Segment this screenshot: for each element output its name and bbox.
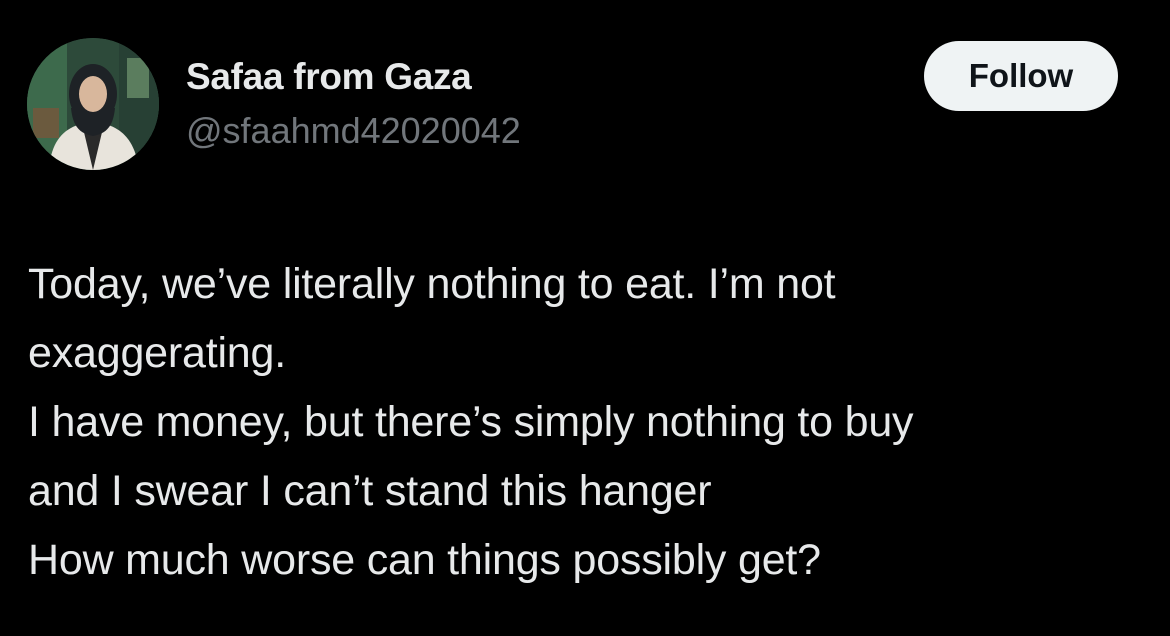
tweet-line: How much worse can things possibly get? <box>28 536 821 584</box>
tweet-text: Today, we’ve literally nothing to eat. I… <box>28 250 1148 595</box>
tweet-line: and I swear I can’t stand this hanger <box>28 467 712 515</box>
follow-button[interactable]: Follow <box>924 41 1118 111</box>
author-display-name[interactable]: Safaa from Gaza <box>186 56 472 98</box>
tweet-line: exaggerating. <box>28 329 286 377</box>
avatar[interactable] <box>27 38 159 170</box>
tweet-card: Safaa from Gaza @sfaahmd42020042 Follow … <box>0 0 1170 636</box>
tweet-line: I have money, but there’s simply nothing… <box>28 398 914 446</box>
avatar-photo <box>27 38 159 170</box>
author-handle[interactable]: @sfaahmd42020042 <box>186 110 521 152</box>
tweet-line: Today, we’ve literally nothing to eat. I… <box>28 260 836 308</box>
